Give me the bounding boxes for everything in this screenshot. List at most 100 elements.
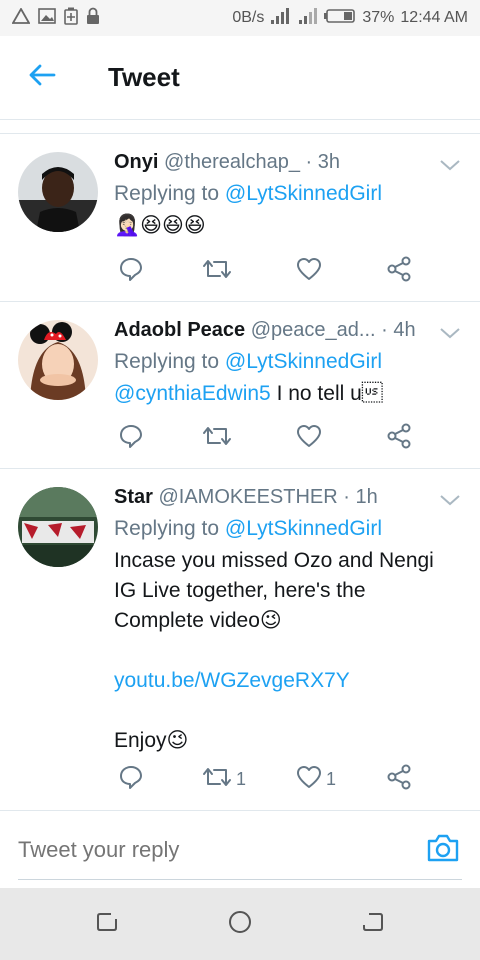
retweet-button[interactable] (202, 423, 232, 453)
avatar[interactable] (18, 320, 98, 400)
status-left (11, 6, 100, 30)
camera-button[interactable] (426, 833, 462, 867)
home-button[interactable] (224, 908, 256, 940)
signal-2-icon (298, 7, 318, 30)
tweet-header: Adaobl Peace @peace_ad... · 4h (114, 316, 460, 344)
tweet-item[interactable]: Adaobl Peace @peace_ad... · 4h Replying … (0, 302, 480, 468)
tweet-text-line: Incase you missed Ozo and Nengi (114, 549, 434, 572)
heart-icon (296, 257, 322, 286)
replying-prefix: Replying to (114, 182, 220, 205)
status-bar: 0B/s 37% 12:44 AM (0, 0, 480, 36)
tweet-text: 🤦🏻‍♀️😆😆😆 (114, 214, 206, 237)
like-button[interactable] (296, 256, 322, 286)
share-button[interactable] (386, 256, 412, 286)
battery-percent: 37% (362, 9, 395, 26)
tweet-text-line: Enjoy😉 (114, 729, 189, 752)
retweet-icon (202, 764, 232, 795)
camera-icon (426, 834, 460, 867)
replying-prefix: Replying to (114, 350, 220, 373)
author-handle[interactable]: @IAMOKEESTHER (158, 486, 337, 508)
replying-prefix: Replying to (114, 517, 220, 540)
tweet-text-line: IG Live together, here's the (114, 579, 366, 602)
retweet-icon (202, 256, 232, 287)
back-nav-button[interactable] (357, 908, 389, 940)
image-icon (38, 7, 56, 29)
tweet-actions (114, 256, 424, 286)
separator-dot: · (305, 151, 313, 173)
tweet-time: 1h (355, 486, 378, 508)
battery-icon (324, 8, 356, 29)
tweet-time: 3h (317, 151, 341, 173)
system-nav-bar (0, 888, 480, 960)
retweet-button[interactable]: 1 (202, 764, 246, 794)
retweet-button[interactable] (202, 256, 232, 286)
retweet-icon (202, 423, 232, 454)
tweet-body: Adaobl Peace @peace_ad... · 4h Replying … (114, 316, 460, 409)
chevron-down-icon[interactable] (438, 324, 462, 342)
retweet-count: 1 (236, 768, 247, 789)
reply-button[interactable] (118, 256, 144, 286)
tweet-item[interactable]: Star @IAMOKEESTHER · 1h Replying to @Lyt… (0, 469, 480, 809)
reply-button[interactable] (118, 764, 144, 794)
replying-mention[interactable]: @LytSkinnedGirl (225, 350, 382, 373)
chevron-down-icon[interactable] (438, 156, 462, 174)
recents-icon (95, 910, 119, 939)
like-button[interactable] (296, 423, 322, 453)
reply-composer (0, 810, 480, 888)
chevron-down-icon[interactable] (438, 491, 462, 509)
reply-input[interactable] (18, 837, 398, 863)
avatar[interactable] (18, 152, 98, 232)
reply-button[interactable] (118, 423, 144, 453)
replying-to: Replying to @LytSkinnedGirl (114, 347, 460, 377)
author-name[interactable]: Onyi (114, 151, 158, 173)
comment-icon (118, 764, 144, 795)
battery-saver-icon (64, 7, 78, 30)
share-button[interactable] (386, 764, 412, 794)
author-name[interactable]: Star (114, 486, 153, 508)
alert-icon (11, 6, 31, 29)
arrow-left-icon (28, 63, 56, 92)
replying-mention[interactable]: @LytSkinnedGirl (225, 182, 382, 205)
share-icon (386, 256, 412, 287)
signal-icon (270, 7, 292, 30)
avatar[interactable] (18, 487, 98, 567)
like-button[interactable]: 1 (296, 764, 336, 794)
separator-dot: · (381, 319, 388, 341)
author-name[interactable]: Adaobl Peace (114, 319, 245, 341)
clock: 12:44 AM (400, 9, 468, 26)
author-handle[interactable]: @therealchap_ (164, 151, 300, 173)
back-button[interactable] (0, 36, 84, 120)
tweet-link[interactable]: youtu.be/WGZevgeRX7Y (114, 666, 460, 696)
author-handle[interactable]: @peace_ad... (251, 319, 376, 341)
tweet-header: Onyi @therealchap_ · 3h (114, 148, 460, 176)
replying-mention[interactable]: @LytSkinnedGirl (225, 517, 382, 540)
heart-icon (296, 765, 322, 794)
tweet-time: 4h (393, 319, 416, 341)
share-icon (386, 764, 412, 795)
tweet-actions (114, 423, 424, 453)
network-speed: 0B/s (232, 9, 265, 26)
app-header: Tweet (0, 36, 480, 120)
recents-button[interactable] (91, 908, 123, 940)
lock-icon (86, 7, 100, 30)
page-title: Tweet (108, 62, 180, 92)
tweet-body: Onyi @therealchap_ · 3h Replying to @Lyt… (114, 148, 460, 241)
share-icon (386, 423, 412, 454)
heart-icon (296, 424, 322, 453)
comment-icon (118, 423, 144, 454)
comment-icon (118, 256, 144, 287)
tweet-actions: 1 1 (114, 764, 424, 794)
back-nav-icon (361, 910, 385, 939)
replying-to: Replying to @LytSkinnedGirl (114, 514, 460, 544)
tweet-text: @cynthiaEdwin5 I no tell u (114, 379, 460, 409)
tweet-text-content: I no tell u (270, 382, 383, 405)
like-count: 1 (326, 768, 337, 789)
home-icon (227, 909, 253, 940)
share-button[interactable] (386, 423, 412, 453)
replying-to: Replying to @LytSkinnedGirl (114, 179, 460, 209)
tweet-item[interactable]: Onyi @therealchap_ · 3h Replying to @Lyt… (0, 134, 480, 302)
text-mention[interactable]: @cynthiaEdwin5 (114, 382, 271, 405)
tweet-text-line: Complete video😉 (114, 609, 282, 632)
